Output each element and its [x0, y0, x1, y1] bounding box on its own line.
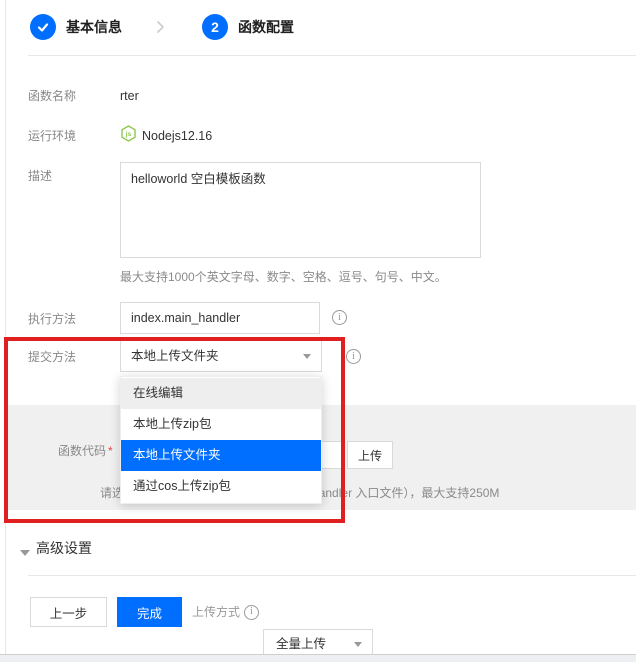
dropdown-option-local-zip[interactable]: 本地上传zip包	[121, 409, 321, 440]
runtime-label: 运行环境	[28, 128, 76, 144]
check-icon	[36, 20, 50, 34]
dropdown-option-local-folder[interactable]: 本地上传文件夹	[121, 440, 321, 471]
submit-method-info-icon[interactable]	[346, 349, 361, 364]
svg-text:js: js	[125, 131, 132, 138]
function-name-value: rter	[120, 88, 139, 104]
upload-mode-label: 上传方式	[192, 597, 259, 627]
chevron-down-icon	[303, 354, 311, 359]
finish-button[interactable]: 完成	[117, 597, 182, 627]
submit-method-selected-value: 本地上传文件夹	[131, 349, 219, 363]
handler-info-icon[interactable]	[332, 310, 347, 325]
triangle-down-icon	[20, 543, 30, 561]
description-text: helloworld 空白模板函数	[131, 172, 266, 186]
left-panel-divider	[5, 0, 6, 655]
step2-number-badge: 2	[202, 14, 228, 40]
upload-mode-info-icon[interactable]	[244, 605, 259, 620]
chevron-down-icon	[354, 642, 362, 647]
function-config-page: 基本信息 2 函数配置 函数名称 rter 运行环境 js Nodejs12.1…	[0, 0, 636, 662]
upload-mode-selected-value: 全量上传	[276, 637, 326, 651]
runtime-value: Nodejs12.16	[142, 128, 212, 144]
handler-input-value: index.main_handler	[131, 311, 240, 325]
header-divider	[28, 55, 636, 56]
dropdown-option-cos-zip[interactable]: 通过cos上传zip包	[121, 471, 321, 502]
description-helper: 最大支持1000个英文字母、数字、空格、逗号、句号、中文。	[120, 270, 600, 285]
function-code-label-text: 函数代码	[58, 444, 106, 458]
submit-method-dropdown-menu: 在线编辑 本地上传zip包 本地上传文件夹 通过cos上传zip包	[120, 376, 322, 504]
step1-label[interactable]: 基本信息	[66, 14, 122, 40]
required-asterisk: *	[108, 444, 113, 458]
nodejs-icon: js	[120, 125, 137, 147]
chevron-right-icon	[153, 20, 167, 39]
function-name-label: 函数名称	[28, 88, 76, 104]
step1-done-badge	[30, 14, 56, 40]
submit-method-select[interactable]: 本地上传文件夹	[120, 340, 322, 372]
handler-input[interactable]: index.main_handler	[120, 302, 320, 334]
step2-label[interactable]: 函数配置	[238, 14, 294, 40]
page-background-strip	[0, 655, 636, 662]
footer-divider	[28, 575, 636, 576]
function-code-label: 函数代码*	[58, 443, 113, 459]
advanced-settings-toggle[interactable]: 高级设置	[36, 538, 92, 558]
upload-mode-label-text: 上传方式	[192, 597, 240, 627]
previous-step-label: 上一步	[50, 603, 88, 622]
handler-label: 执行方法	[28, 311, 76, 327]
submit-method-label: 提交方法	[28, 349, 76, 365]
description-label: 描述	[28, 168, 52, 184]
upload-button[interactable]: 上传	[347, 441, 393, 469]
description-textarea[interactable]: helloworld 空白模板函数	[120, 162, 481, 258]
previous-step-button[interactable]: 上一步	[30, 597, 107, 627]
step2-number: 2	[211, 19, 219, 35]
finish-label: 完成	[137, 603, 162, 622]
upload-button-label: 上传	[358, 447, 382, 464]
dropdown-option-online-edit[interactable]: 在线编辑	[121, 378, 321, 409]
